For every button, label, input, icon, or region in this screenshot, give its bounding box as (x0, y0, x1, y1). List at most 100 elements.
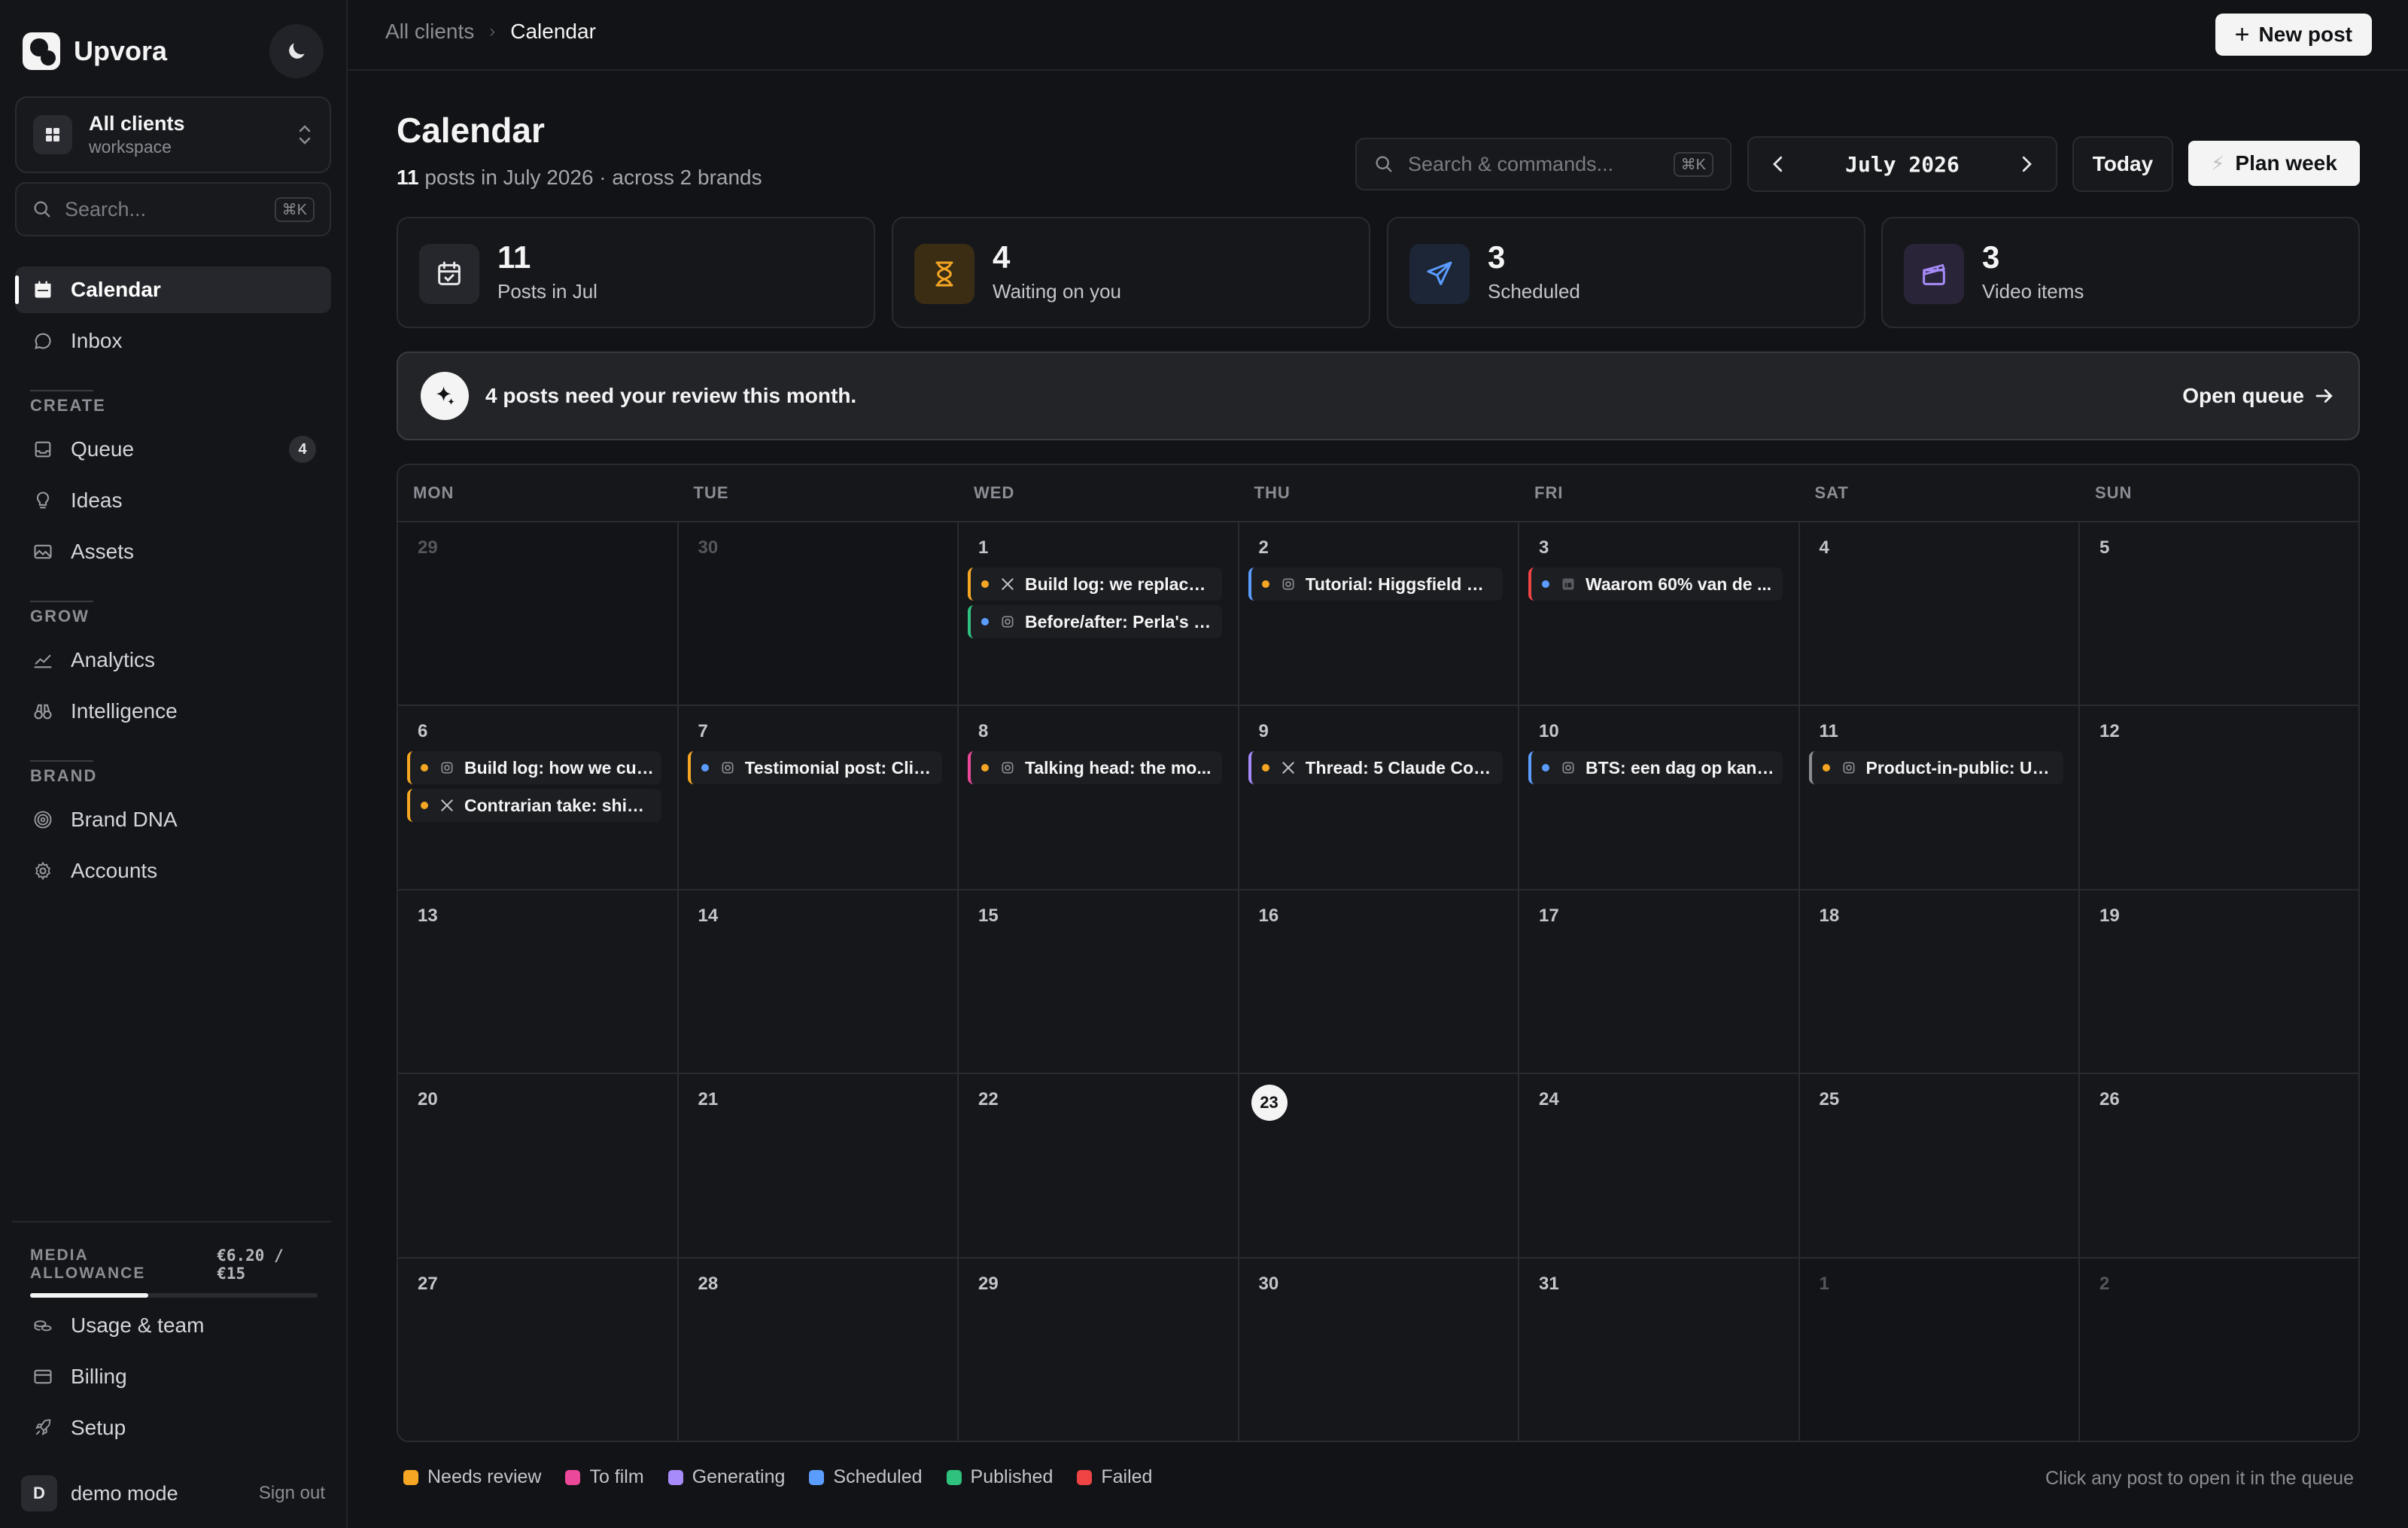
calendar-day-cell[interactable]: 15 (959, 890, 1239, 1075)
calendar-day-cell[interactable]: 27 (398, 1258, 679, 1441)
sidebar-item-label: Brand DNA (71, 808, 178, 831)
calendar-day-cell[interactable]: 30 (678, 522, 959, 707)
sidebar-item-usage[interactable]: Usage & team (15, 1302, 331, 1349)
calendar-day-cell[interactable]: 1 Build log: we replaced ... Before/after:… (959, 522, 1239, 707)
brand-dot (701, 764, 709, 772)
user-row: D demo mode Sign out (21, 1471, 330, 1516)
day-number: 22 (978, 1089, 999, 1110)
calendar-post[interactable]: Build log: how we cut ... (407, 751, 661, 785)
calendar-day-cell[interactable]: 26 (2080, 1074, 2358, 1259)
calendar-day-cell[interactable]: 21 (678, 1074, 959, 1259)
sidebar-item-billing[interactable]: Billing (15, 1353, 331, 1400)
theme-toggle-button[interactable] (269, 24, 324, 78)
queue-icon (32, 438, 54, 461)
sidebar-item-analytics[interactable]: Analytics (15, 637, 331, 683)
breadcrumb-current: Calendar (510, 20, 596, 43)
calendar-day-cell[interactable]: 29 (959, 1258, 1239, 1441)
calendar-day-cell[interactable]: 29 (398, 522, 679, 707)
stat-label: Waiting on you (993, 280, 1122, 303)
workspace-title: All clients (89, 112, 185, 135)
sidebar-item-setup[interactable]: Setup (15, 1405, 331, 1451)
sidebar-item-assets[interactable]: Assets (15, 528, 331, 575)
calendar-post[interactable]: Before/after: Perla's o... (968, 605, 1222, 638)
month-navigator: July 2026 (1747, 136, 2057, 192)
calendar-day-cell[interactable]: 1 (1799, 1258, 2080, 1441)
line-chart-icon (32, 649, 54, 671)
calendar-post[interactable]: Product-in-public: Up... (1808, 751, 2063, 785)
calendar-day-cell[interactable]: 23 (1239, 1074, 1519, 1259)
day-number: 29 (418, 537, 438, 558)
calendar-day-cell[interactable]: 16 (1239, 890, 1519, 1075)
command-search-input[interactable]: Search & commands... ⌘K (1355, 138, 1732, 190)
sidebar-item-intelligence[interactable]: Intelligence (15, 688, 331, 735)
brand-dot (1261, 764, 1269, 772)
calendar-day-cell[interactable]: 28 (678, 1258, 959, 1441)
weekday-wed: WED (974, 483, 1015, 502)
calendar-day-cell[interactable]: 24 (1519, 1074, 1800, 1259)
calendar-day-cell[interactable]: 7 Testimonial post: Clini... (678, 706, 959, 890)
post-title: Build log: we replaced ... (1025, 574, 1222, 594)
binoculars-icon (32, 700, 54, 723)
calendar-day-cell[interactable]: 4 (1799, 522, 2080, 707)
calendar-day-cell[interactable]: 2 (2080, 1258, 2358, 1441)
legend-swatch (809, 1469, 825, 1485)
sidebar-search-input[interactable]: Search... ⌘K (15, 182, 331, 236)
media-allowance-label: MEDIA ALLOWANCE (30, 1246, 146, 1282)
day-number: 17 (1539, 905, 1559, 926)
calendar-day-cell[interactable]: 3 Waarom 60% van de ... (1519, 522, 1800, 707)
calendar-day-cell[interactable]: 5 (2080, 522, 2358, 707)
top-bar: All clients › Calendar + New post (348, 0, 2408, 71)
calendar-day-cell[interactable]: 6 Build log: how we cut ... Contrarian tak… (398, 706, 679, 890)
calendar-day-cell[interactable]: 14 (678, 890, 959, 1075)
brand-logo (23, 32, 60, 70)
calendar-day-cell[interactable]: 2 Tutorial: Higgsfield Do... (1239, 522, 1519, 707)
calendar-day-cell[interactable]: 13 (398, 890, 679, 1075)
calendar-day-cell[interactable]: 11 Product-in-public: Up... (1799, 706, 2080, 890)
calendar-day-cell[interactable]: 30 (1239, 1258, 1519, 1441)
arrow-right-icon (2315, 389, 2333, 403)
calendar-post[interactable]: Talking head: the mo... (968, 751, 1222, 785)
calendar-post[interactable]: Testimonial post: Clini... (687, 751, 942, 785)
brand[interactable]: Upvora (23, 30, 167, 72)
calendar-day-cell[interactable]: 25 (1799, 1074, 2080, 1259)
sidebar-item-inbox[interactable]: Inbox (15, 318, 331, 364)
weekday-sat: SAT (1814, 483, 1849, 502)
breadcrumb-parent[interactable]: All clients (385, 20, 474, 44)
sidebar-item-queue[interactable]: Queue 4 (15, 426, 331, 473)
calendar-day-cell[interactable]: 12 (2080, 706, 2358, 890)
status-legend: Needs review To film Generating Scheduled Pu… (403, 1466, 1176, 1488)
calendar-post[interactable]: BTS: een dag op kanto... (1528, 751, 1783, 785)
chevron-left-icon[interactable] (1767, 153, 1789, 175)
plan-week-button[interactable]: ⚡ Plan week (2188, 141, 2360, 186)
calendar-day-cell[interactable]: 31 (1519, 1258, 1800, 1441)
section-label-grow: GROW (30, 601, 93, 626)
x-icon (999, 576, 1016, 592)
calendar-day-cell[interactable]: 20 (398, 1074, 679, 1259)
sidebar: Upvora All clients workspace Search... ⌘… (0, 0, 348, 1528)
open-queue-link[interactable]: Open queue (2182, 384, 2336, 408)
calendar-day-cell[interactable]: 9 Thread: 5 Claude Cod... (1239, 706, 1519, 890)
new-post-button[interactable]: + New post (2215, 14, 2372, 56)
calendar-post[interactable]: Build log: we replaced ... (968, 568, 1222, 601)
calendar-day-cell[interactable]: 22 (959, 1074, 1239, 1259)
calendar-day-cell[interactable]: 18 (1799, 890, 2080, 1075)
calendar-post[interactable]: Thread: 5 Claude Cod... (1248, 751, 1503, 785)
calendar-day-cell[interactable]: 19 (2080, 890, 2358, 1075)
day-number: 20 (418, 1089, 438, 1110)
legend-swatch (1077, 1469, 1093, 1485)
calendar-post[interactable]: Tutorial: Higgsfield Do... (1248, 568, 1503, 601)
page-subtitle-text: posts in July 2026 · across 2 brands (424, 166, 762, 189)
sign-out-link[interactable]: Sign out (259, 1483, 325, 1504)
calendar-post[interactable]: Contrarian take: shipp... (407, 789, 661, 823)
workspace-switcher[interactable]: All clients workspace (15, 96, 331, 173)
today-button[interactable]: Today (2072, 136, 2173, 192)
calendar-day-cell[interactable]: 8 Talking head: the mo... (959, 706, 1239, 890)
sidebar-item-accounts[interactable]: Accounts (15, 848, 331, 894)
sidebar-item-brand-dna[interactable]: Brand DNA (15, 796, 331, 843)
sidebar-item-calendar[interactable]: Calendar (15, 266, 331, 313)
chevron-right-icon[interactable] (2015, 153, 2038, 175)
calendar-post[interactable]: Waarom 60% van de ... (1528, 568, 1783, 601)
calendar-day-cell[interactable]: 17 (1519, 890, 1800, 1075)
calendar-day-cell[interactable]: 10 BTS: een dag op kanto... (1519, 706, 1800, 890)
sidebar-item-ideas[interactable]: Ideas (15, 477, 331, 524)
